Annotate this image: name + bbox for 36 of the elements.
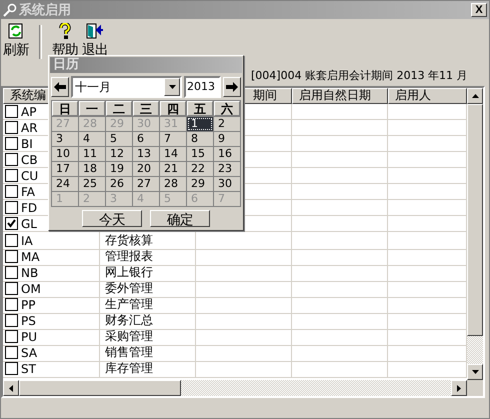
system-code: ST bbox=[21, 362, 36, 376]
system-code: AP bbox=[21, 104, 36, 118]
system-code: FA bbox=[21, 184, 36, 198]
weekday-header: 四 bbox=[160, 101, 186, 116]
system-name: 销售管理 bbox=[104, 344, 153, 361]
system-name: 财务汇总 bbox=[104, 312, 153, 329]
system-code: PP bbox=[21, 298, 36, 312]
system-code: CB bbox=[21, 152, 38, 166]
weekday-header: 五 bbox=[187, 101, 213, 116]
system-name: 管理报表 bbox=[104, 248, 153, 265]
account-period-info: [004]004 账套启用会计期间 2013 年11 月 bbox=[251, 68, 468, 84]
system-code: NB bbox=[21, 266, 38, 280]
system-name: 委外管理 bbox=[104, 280, 153, 297]
system-code: FD bbox=[21, 200, 38, 214]
system-code: PU bbox=[21, 330, 38, 344]
weekday-header: 六 bbox=[214, 101, 240, 116]
system-code: CU bbox=[21, 168, 38, 182]
system-name: 生产管理 bbox=[104, 296, 153, 313]
calendar-title: 日历 bbox=[50, 57, 242, 73]
system-code: OM bbox=[21, 282, 41, 296]
system-name: 存货核算 bbox=[104, 232, 153, 249]
weekday-header: 日 bbox=[52, 101, 78, 116]
system-code: SA bbox=[21, 346, 38, 360]
system-name: 网上银行 bbox=[104, 264, 153, 281]
weekday-header: 一 bbox=[79, 101, 105, 116]
system-code: MA bbox=[21, 250, 40, 264]
system-code: BI bbox=[21, 136, 33, 150]
weekday-header: 二 bbox=[106, 101, 132, 116]
weekday-header: 三 bbox=[133, 101, 159, 116]
system-code: IA bbox=[21, 234, 33, 248]
window-title: 系统启用 bbox=[19, 2, 72, 19]
system-code: GL bbox=[21, 216, 37, 230]
system-name: 库存管理 bbox=[104, 360, 153, 377]
system-name: 采购管理 bbox=[104, 328, 153, 345]
system-code: AR bbox=[21, 120, 38, 134]
system-code: PS bbox=[21, 314, 36, 328]
